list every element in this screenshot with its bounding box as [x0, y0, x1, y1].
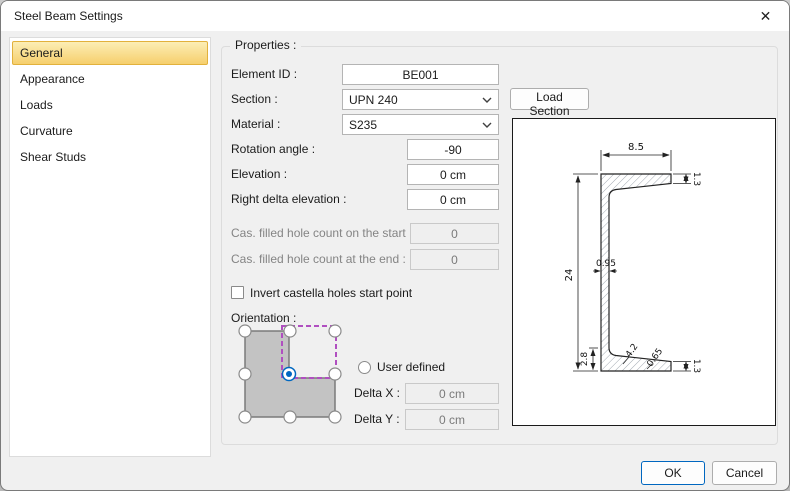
orientation-anchor-top-center[interactable]	[283, 324, 297, 338]
delta-x-input	[405, 383, 499, 404]
user-defined-radio[interactable]	[358, 361, 371, 374]
user-defined-label: User defined	[377, 360, 446, 374]
orientation-anchor-middle-right[interactable]	[328, 367, 342, 381]
properties-legend: Properties :	[230, 38, 302, 52]
orientation-anchor-top-left[interactable]	[238, 324, 252, 338]
dim-top-width: 8.5	[628, 142, 644, 153]
element-id-label: Element ID :	[231, 67, 298, 81]
material-combobox[interactable]: S235	[342, 114, 499, 135]
element-id-input[interactable]	[342, 64, 499, 85]
window-title: Steel Beam Settings	[14, 9, 123, 23]
sidebar-item-general[interactable]: General	[12, 41, 208, 65]
orientation-anchor-bottom-left[interactable]	[238, 410, 252, 424]
delta-x-label: Delta X :	[354, 386, 401, 400]
dim-height: 24	[564, 269, 575, 282]
elevation-label: Elevation :	[231, 167, 288, 181]
orientation-anchor-widget	[238, 324, 342, 424]
section-drawing: 8.5 1.3 24 0.95 2.8 4.2 0.65 1.3	[564, 142, 701, 373]
sidebar-item-shear-studs[interactable]: Shear Studs	[12, 145, 208, 169]
section-label: Section :	[231, 92, 278, 106]
cas-hole-end-label: Cas. filled hole count at the end :	[231, 252, 406, 266]
close-button[interactable]: ✕	[743, 2, 788, 30]
invert-castella-checkbox[interactable]	[231, 286, 244, 299]
right-delta-elevation-label: Right delta elevation :	[231, 192, 347, 206]
orientation-anchor-center-dot	[286, 371, 292, 377]
material-label: Material :	[231, 117, 281, 131]
cas-hole-start-label: Cas. filled hole count on the start :	[231, 226, 413, 240]
sidebar-item-appearance[interactable]: Appearance	[12, 67, 208, 91]
section-preview-panel: 8.5 1.3 24 0.95 2.8 4.2 0.65 1.3	[512, 118, 776, 426]
ok-button[interactable]: OK	[641, 461, 705, 485]
orientation-anchor-bottom-center[interactable]	[283, 410, 297, 424]
orientation-anchor-bottom-right[interactable]	[328, 410, 342, 424]
properties-groupbox: Properties : Element ID : Section : UPN …	[221, 38, 778, 445]
orientation-anchor-middle-left[interactable]	[238, 367, 252, 381]
dim-web-thickness: 0.95	[596, 259, 616, 269]
cancel-button[interactable]: Cancel	[712, 461, 777, 485]
invert-castella-label: Invert castella holes start point	[250, 286, 413, 300]
orientation-anchor-top-right[interactable]	[328, 324, 342, 338]
right-delta-elevation-input[interactable]	[407, 189, 499, 210]
channel-section-shape	[600, 173, 672, 372]
dim-top-flange-thickness: 1.3	[691, 172, 701, 186]
elevation-input[interactable]	[407, 164, 499, 185]
load-section-button[interactable]: Load Section	[510, 88, 589, 118]
titlebar: Steel Beam Settings ✕	[1, 1, 789, 31]
close-icon: ✕	[759, 7, 772, 24]
delta-y-label: Delta Y :	[354, 412, 400, 426]
cas-hole-start-input	[410, 223, 499, 244]
dim-bottom-left: 2.8	[580, 352, 590, 367]
material-value: S235	[349, 117, 378, 132]
section-value: UPN 240	[349, 92, 398, 107]
delta-y-input	[405, 409, 499, 430]
cas-hole-end-input	[410, 249, 499, 270]
rotation-angle-label: Rotation angle :	[231, 142, 316, 156]
section-combobox[interactable]: UPN 240	[342, 89, 499, 110]
category-list: General Appearance Loads Curvature Shear…	[9, 37, 211, 457]
sidebar-item-loads[interactable]: Loads	[12, 93, 208, 117]
chevron-down-icon	[482, 122, 492, 128]
chevron-down-icon	[482, 97, 492, 103]
sidebar-item-curvature[interactable]: Curvature	[12, 119, 208, 143]
dim-bottom-flange-thickness: 1.3	[691, 359, 701, 373]
steel-beam-settings-dialog: Steel Beam Settings ✕ General Appearance…	[0, 0, 790, 491]
rotation-angle-input[interactable]	[407, 139, 499, 160]
